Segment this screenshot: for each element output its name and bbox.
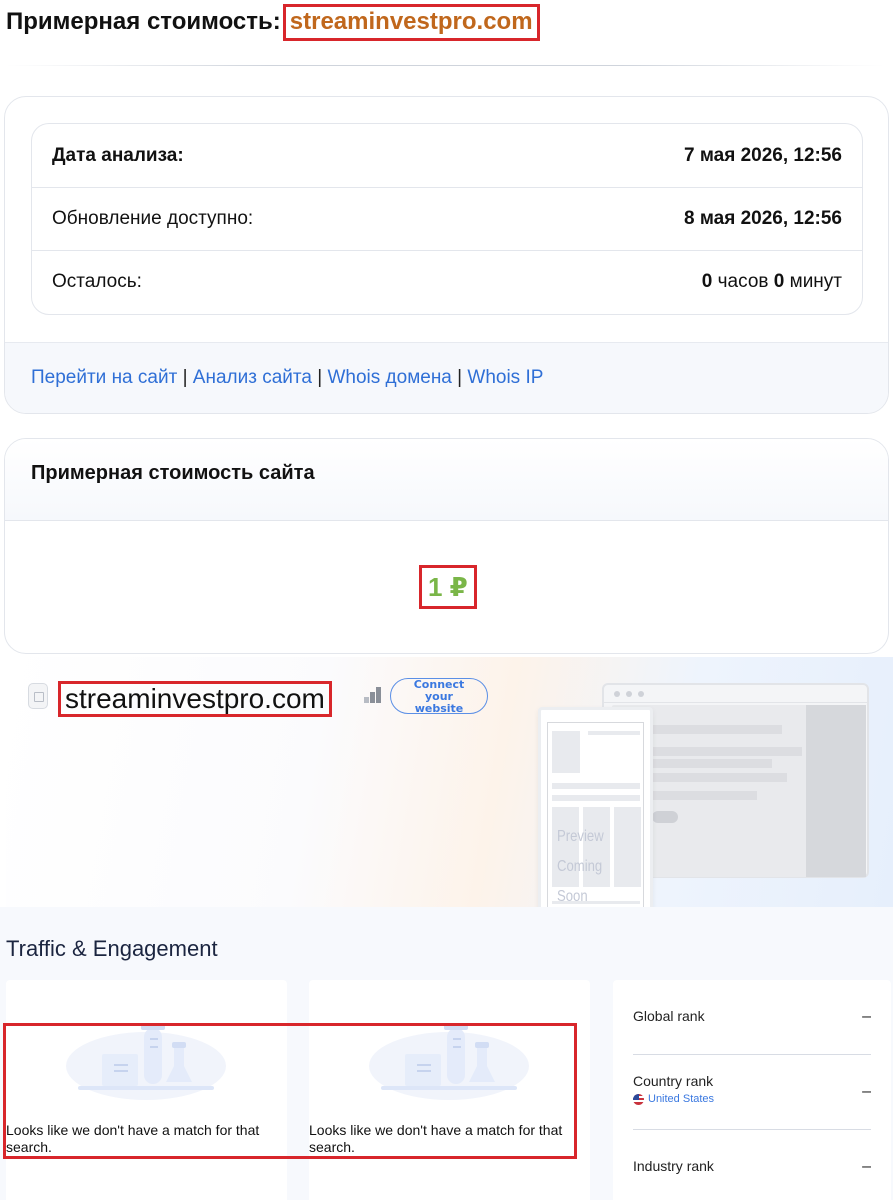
country-rank-value: –: [862, 1083, 871, 1100]
traffic-card-empty: Looks like we don't have a match for tha…: [6, 980, 287, 1200]
remaining-value: 0 часов 0 минут: [702, 271, 842, 293]
analysis-row-remaining: Осталось: 0 часов 0 минут: [32, 250, 862, 313]
country-name: United States: [648, 1093, 715, 1105]
divider: [6, 65, 884, 66]
update-value: 8 мая 2026, 12:56: [683, 208, 842, 229]
link-separator: |: [317, 367, 323, 388]
hero-domain: streaminvestpro.com: [58, 681, 332, 717]
estimate-heading: Примерная стоимость сайта: [5, 439, 888, 521]
link-go-to-site[interactable]: Перейти на сайт: [31, 367, 177, 388]
connect-website-button[interactable]: Connect your website: [390, 678, 488, 715]
analysis-date-value: 7 мая 2026, 12:56: [683, 144, 842, 166]
country-rank-row: Country rank – United States: [633, 1073, 871, 1105]
global-rank-value: –: [862, 1008, 871, 1025]
link-site-analysis[interactable]: Анализ сайта: [193, 367, 312, 388]
connect-website-label: Connect your website: [413, 678, 465, 715]
analysis-table: Дата анализа: 7 мая 2026, 12:56 Обновлен…: [31, 123, 863, 315]
empty-lab-illustration-icon: [66, 1024, 226, 1100]
rank-card: Global rank – Country rank – United Stat…: [613, 980, 891, 1200]
preview-text-line2: Coming Soon: [557, 858, 603, 905]
estimate-card: Примерная стоимость сайта 1 ₽: [4, 438, 889, 654]
global-rank-label: Global rank: [633, 1008, 705, 1024]
update-label: Обновление доступно:: [52, 208, 254, 229]
remaining-hours-unit: часов: [717, 271, 769, 292]
desktop-preview-sidebar: [806, 705, 866, 877]
remaining-label: Осталось:: [52, 271, 142, 292]
remaining-minutes-unit: минут: [789, 271, 842, 292]
document-icon: [28, 683, 48, 709]
traffic-card-empty: Looks like we don't have a match for tha…: [309, 980, 590, 1200]
title-prefix: Примерная стоимость:: [6, 8, 281, 35]
no-match-message: Looks like we don't have a match for tha…: [309, 1122, 563, 1155]
analysis-row-update: Обновление доступно: 8 мая 2026, 12:56: [32, 187, 862, 250]
mobile-preview-mockup: Preview Coming Soon: [538, 707, 653, 907]
preview-coming-soon-text: Preview Coming Soon: [557, 822, 633, 907]
analysis-row-date: Дата анализа: 7 мая 2026, 12:56: [32, 124, 862, 187]
signal-bars-icon: [364, 687, 382, 703]
no-match-message: Looks like we don't have a match for tha…: [6, 1122, 260, 1155]
site-links: Перейти на сайт | Анализ сайта | Whois д…: [5, 342, 888, 413]
industry-rank-label: Industry rank: [633, 1158, 714, 1174]
country-selector[interactable]: United States: [633, 1093, 871, 1105]
site-preview-hero: streaminvestpro.com Connect your website: [6, 657, 893, 907]
rank-divider: [633, 1129, 871, 1130]
country-rank-label: Country rank: [633, 1073, 714, 1089]
analysis-card: Дата анализа: 7 мая 2026, 12:56 Обновлен…: [4, 96, 889, 414]
link-whois-ip[interactable]: Whois IP: [467, 367, 543, 388]
browser-bar: [604, 685, 867, 703]
us-flag-icon: [633, 1093, 644, 1105]
global-rank-row: Global rank –: [633, 1008, 871, 1025]
industry-rank-row: Industry rank –: [633, 1158, 871, 1175]
remaining-hours: 0: [701, 271, 713, 292]
link-whois-domain[interactable]: Whois домена: [327, 367, 451, 388]
empty-lab-illustration-icon: [369, 1024, 529, 1100]
page-title: Примерная стоимость: streaminvestpro.com: [6, 4, 540, 41]
industry-rank-value: –: [862, 1158, 871, 1175]
link-separator: |: [182, 367, 188, 388]
estimate-value: 1 ₽: [419, 565, 477, 609]
section-title: Traffic & Engagement: [6, 936, 218, 961]
preview-text-line1: Preview: [557, 828, 604, 845]
title-domain: streaminvestpro.com: [282, 4, 540, 41]
analysis-date-label: Дата анализа:: [52, 144, 184, 166]
link-separator: |: [457, 367, 463, 388]
rank-divider: [633, 1054, 871, 1055]
remaining-minutes: 0: [773, 271, 785, 292]
